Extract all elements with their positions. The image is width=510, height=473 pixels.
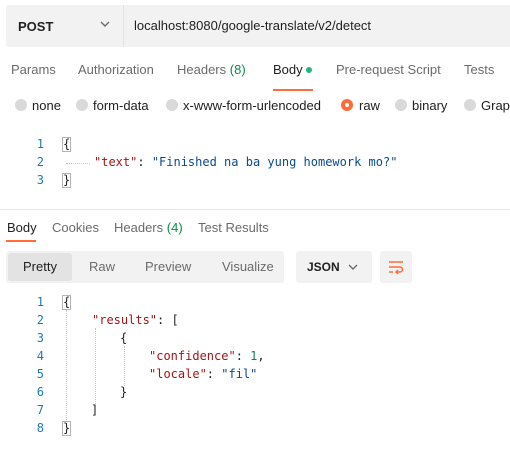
mode-pretty[interactable]: Pretty [23, 259, 57, 274]
tab-params[interactable]: Params [11, 62, 56, 77]
response-tab-headers-label: Headers [114, 220, 164, 235]
line-number: 1 [36, 137, 44, 151]
json-comma: , [257, 349, 265, 363]
json-key: "results" [92, 313, 158, 327]
json-string-value: "Finished na ba yung homework mo?" [151, 155, 398, 169]
response-tab-body[interactable]: Body [7, 220, 37, 235]
url-input[interactable]: localhost:8080/google-translate/v2/detec… [134, 18, 371, 33]
json-key: "locale" [149, 367, 207, 381]
line-number: 3 [36, 331, 44, 345]
line-number: 2 [36, 313, 44, 327]
line-number: 1 [36, 295, 44, 309]
response-line-2: "results": [ [92, 313, 179, 327]
tab-tests[interactable]: Tests [464, 62, 494, 77]
radio-none-label: none [32, 98, 61, 113]
indent-guide [66, 310, 67, 422]
line-number: 7 [36, 403, 44, 417]
mode-preview[interactable]: Preview [145, 259, 191, 274]
tab-authorization[interactable]: Authorization [78, 62, 154, 77]
radio-urlencoded[interactable] [166, 99, 178, 111]
chevron-down-icon[interactable] [100, 19, 110, 29]
radio-none[interactable] [15, 99, 27, 111]
response-headers-count: (4) [166, 220, 183, 235]
json-colon: : [137, 155, 152, 169]
line-number: 5 [36, 367, 44, 381]
response-line-5: "locale": "fil" [149, 367, 257, 381]
json-string-value: "fil" [221, 367, 258, 381]
json-punct: : [ [157, 313, 179, 327]
line-number: 3 [36, 173, 44, 187]
body-indicator-dot [306, 67, 312, 73]
indent-guide [95, 328, 96, 404]
json-colon: : [206, 367, 222, 381]
json-key: "confidence" [149, 349, 236, 363]
tab-prerequest-script[interactable]: Pre-request Script [336, 62, 441, 77]
radio-raw-label: raw [359, 98, 380, 113]
request-line-2[interactable]: "text": "Finished na ba yung homework mo… [94, 155, 397, 169]
tab-headers-label: Headers [177, 62, 227, 77]
active-tab-underline [273, 89, 313, 91]
response-line-6: } [120, 385, 128, 399]
mode-visualize[interactable]: Visualize [222, 259, 274, 274]
format-label: JSON [307, 260, 340, 274]
tab-headers[interactable]: Headers (8) [177, 62, 246, 77]
json-key: "text" [94, 155, 138, 169]
open-brace: { [62, 137, 72, 152]
pane-divider [0, 209, 510, 210]
line-number: 6 [36, 385, 44, 399]
json-colon: : [235, 349, 251, 363]
line-number: 4 [36, 349, 44, 363]
radio-form-data[interactable] [76, 99, 88, 111]
line-number: 2 [36, 155, 44, 169]
open-brace: { [62, 295, 72, 310]
response-line-4: "confidence": 1, [149, 349, 265, 363]
wrap-lines-icon [389, 261, 404, 275]
chevron-down-icon [348, 264, 358, 270]
tab-body[interactable]: Body [273, 62, 303, 77]
radio-graphql[interactable] [464, 99, 476, 111]
line-number: 8 [36, 421, 44, 435]
indent-guide [66, 163, 90, 164]
radio-urlencoded-label: x-www-form-urlencoded [183, 98, 321, 113]
headers-count: (8) [229, 62, 246, 77]
close-brace: } [62, 173, 72, 188]
response-tab-cookies[interactable]: Cookies [52, 220, 99, 235]
response-line-3: { [120, 331, 128, 345]
response-tab-test-results[interactable]: Test Results [198, 220, 269, 235]
method-label: POST [18, 19, 54, 34]
response-tab-underline [6, 240, 36, 242]
indent-guide [124, 346, 125, 386]
radio-binary[interactable] [395, 99, 407, 111]
mode-raw[interactable]: Raw [89, 259, 115, 274]
radio-form-data-label: form-data [93, 98, 149, 113]
response-line-7: ] [91, 403, 99, 417]
radio-raw[interactable] [341, 99, 353, 111]
close-brace: } [62, 421, 72, 436]
response-tab-headers[interactable]: Headers (4) [114, 220, 183, 235]
radio-graphql-label: GraphQL [481, 98, 510, 113]
radio-binary-label: binary [412, 98, 448, 113]
